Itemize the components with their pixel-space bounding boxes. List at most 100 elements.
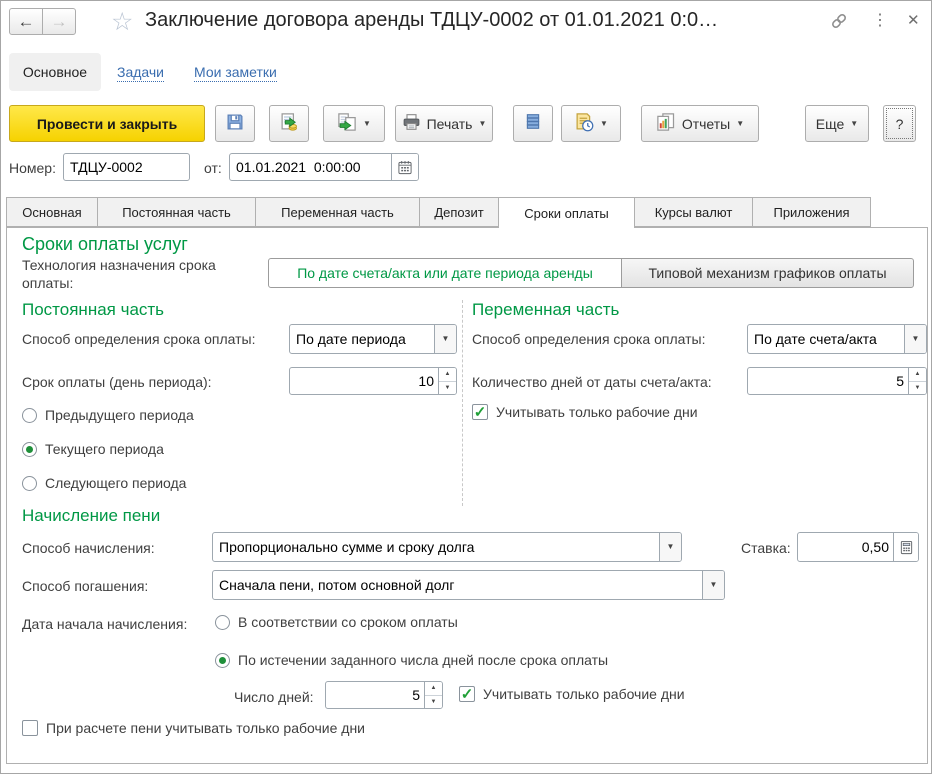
tab-currency-rates[interactable]: Курсы валют <box>635 197 753 227</box>
dropdown-button[interactable]: ▼ <box>702 571 724 599</box>
fixed-day-label: Срок оплаты (день периода): <box>22 374 212 390</box>
nav-link-my-notes[interactable]: Мои заметки <box>194 64 277 82</box>
chevron-down-icon: ▼ <box>850 118 859 128</box>
tech-label-line2: оплаты: <box>22 275 74 291</box>
checkbox-checked-icon: ✓ <box>459 685 475 703</box>
penalty-calc-workdays-checkbox[interactable]: При расчете пени учитывать только рабочи… <box>22 720 365 736</box>
spin-up-icon: ▲ <box>444 371 451 378</box>
number-label: Номер: <box>9 160 56 176</box>
radio-icon <box>22 475 37 491</box>
spin-up-icon: ▲ <box>914 371 921 378</box>
tab-fixed-part[interactable]: Постоянная часть <box>98 197 256 227</box>
more-button[interactable]: Еще ▼ <box>805 105 869 142</box>
kebab-menu-icon[interactable]: ⋮ <box>872 10 888 30</box>
chevron-down-icon: ▼ <box>736 118 745 128</box>
reports-button[interactable]: Отчеты ▼ <box>641 105 759 142</box>
penalty-days-label: Число дней: <box>234 689 314 705</box>
structure-button[interactable] <box>513 105 553 142</box>
radio-next-period[interactable]: Следующего периода <box>22 475 186 491</box>
section-title: Сроки оплаты услуг <box>22 234 188 254</box>
penalty-workdays-checkbox[interactable]: ✓ Учитывать только рабочие дни <box>459 686 685 702</box>
chart-document-icon <box>656 112 676 135</box>
penalty-start-label: Дата начала начисления: <box>22 616 188 632</box>
dropdown-button[interactable]: ▼ <box>904 325 926 353</box>
chevron-down-icon: ▼ <box>441 334 450 343</box>
calculator-icon[interactable] <box>893 533 918 561</box>
save-button[interactable] <box>215 105 255 142</box>
chevron-down-icon: ▼ <box>911 334 920 343</box>
stack-icon <box>524 113 542 134</box>
tech-option-by-invoice-date[interactable]: По дате счета/акта или дате периода арен… <box>268 258 622 288</box>
floppy-disk-icon <box>225 112 245 135</box>
fixed-method-label: Способ определения срока оплаты: <box>22 331 256 347</box>
dropdown-button[interactable]: ▼ <box>659 533 681 561</box>
favorite-star-icon[interactable]: ☆ <box>111 7 133 37</box>
print-button[interactable]: Печать ▼ <box>395 105 493 142</box>
column-separator <box>462 300 463 506</box>
tab-deposit[interactable]: Депозит <box>420 197 499 227</box>
printer-icon <box>402 113 421 134</box>
number-spinner[interactable]: ▲ ▼ <box>424 682 442 708</box>
tech-option-standard-schedule[interactable]: Типовой механизм графиков оплаты <box>621 258 914 288</box>
back-arrow-icon: ← <box>17 11 35 31</box>
tech-label-line1: Технология назначения срока <box>22 257 216 273</box>
variable-days-input[interactable]: 5 ▲ ▼ <box>747 367 927 395</box>
number-spinner[interactable]: ▲ ▼ <box>908 368 926 394</box>
document-history-button[interactable]: ▼ <box>561 105 621 142</box>
tab-variable-part[interactable]: Переменная часть <box>256 197 420 227</box>
document-clock-icon <box>574 112 594 135</box>
penalty-rate-input[interactable]: 0,50 <box>797 532 919 562</box>
penalty-rate-label: Ставка: <box>741 540 791 556</box>
radio-previous-period[interactable]: Предыдущего периода <box>22 407 194 423</box>
link-icon[interactable] <box>829 11 849 34</box>
radio-icon <box>22 407 37 423</box>
post-document-button[interactable] <box>269 105 309 142</box>
spin-down-icon: ▼ <box>914 384 921 391</box>
nav-tab-main[interactable]: Основное <box>9 53 101 91</box>
checkbox-checked-icon: ✓ <box>472 403 488 421</box>
penalty-accrual-select[interactable]: Пропорционально сумме и сроку долга ▼ <box>212 532 682 562</box>
penalty-title: Начисление пени <box>22 506 161 525</box>
spin-down-icon: ▼ <box>444 384 451 391</box>
radio-start-after-days[interactable]: По истечении заданного числа дней после … <box>215 652 608 668</box>
chevron-down-icon: ▼ <box>363 118 371 128</box>
app-window: ← → ☆ Заключение договора аренды ТДЦУ-00… <box>0 0 932 774</box>
radio-selected-icon <box>22 441 37 457</box>
spin-up-icon: ▲ <box>430 685 437 692</box>
radio-current-period[interactable]: Текущего периода <box>22 441 164 457</box>
radio-start-on-due-date[interactable]: В соответствии со сроком оплаты <box>215 614 458 630</box>
variable-workdays-checkbox[interactable]: ✓ Учитывать только рабочие дни <box>472 404 698 420</box>
history-nav-group: ← → <box>9 8 76 35</box>
post-and-close-button[interactable]: Провести и закрыть <box>9 105 205 142</box>
close-icon[interactable]: ✕ <box>907 11 920 29</box>
tab-main[interactable]: Основная <box>6 197 98 227</box>
penalty-repay-label: Способ погашения: <box>22 578 149 594</box>
spin-down-icon: ▼ <box>430 698 437 705</box>
fixed-part-title: Постоянная часть <box>22 300 165 319</box>
checkbox-unchecked-icon <box>22 720 38 736</box>
number-input[interactable]: ТДЦУ-0002 <box>63 153 190 181</box>
payment-terms-panel: Сроки оплаты услуг Технология назначения… <box>6 227 928 764</box>
forward-button[interactable]: → <box>42 8 76 35</box>
dropdown-button[interactable]: ▼ <box>434 325 456 353</box>
create-based-on-button[interactable]: ▼ <box>323 105 385 142</box>
back-button[interactable]: ← <box>9 8 43 35</box>
number-spinner[interactable]: ▲ ▼ <box>438 368 456 394</box>
help-button[interactable]: ? <box>883 105 916 142</box>
fixed-method-select[interactable]: По дате периода ▼ <box>289 324 457 354</box>
chevron-down-icon: ▼ <box>478 118 487 128</box>
tab-attachments[interactable]: Приложения <box>753 197 871 227</box>
penalty-repay-select[interactable]: Сначала пени, потом основной долг ▼ <box>212 570 725 600</box>
fixed-day-input[interactable]: 10 ▲ ▼ <box>289 367 457 395</box>
chevron-down-icon: ▼ <box>666 542 675 551</box>
copy-documents-icon <box>337 112 357 135</box>
nav-link-tasks[interactable]: Задачи <box>117 64 165 82</box>
calendar-icon[interactable] <box>391 154 418 180</box>
radio-selected-icon <box>215 652 230 668</box>
date-input[interactable]: 01.01.2021 0:00:00 <box>229 153 419 181</box>
variable-method-select[interactable]: По дате счета/акта ▼ <box>747 324 927 354</box>
page-tabs: Основная Постоянная часть Переменная час… <box>6 197 871 228</box>
tab-payment-terms[interactable]: Сроки оплаты <box>499 197 635 228</box>
penalty-days-input[interactable]: 5 ▲ ▼ <box>325 681 443 709</box>
variable-part-title: Переменная часть <box>472 300 620 319</box>
